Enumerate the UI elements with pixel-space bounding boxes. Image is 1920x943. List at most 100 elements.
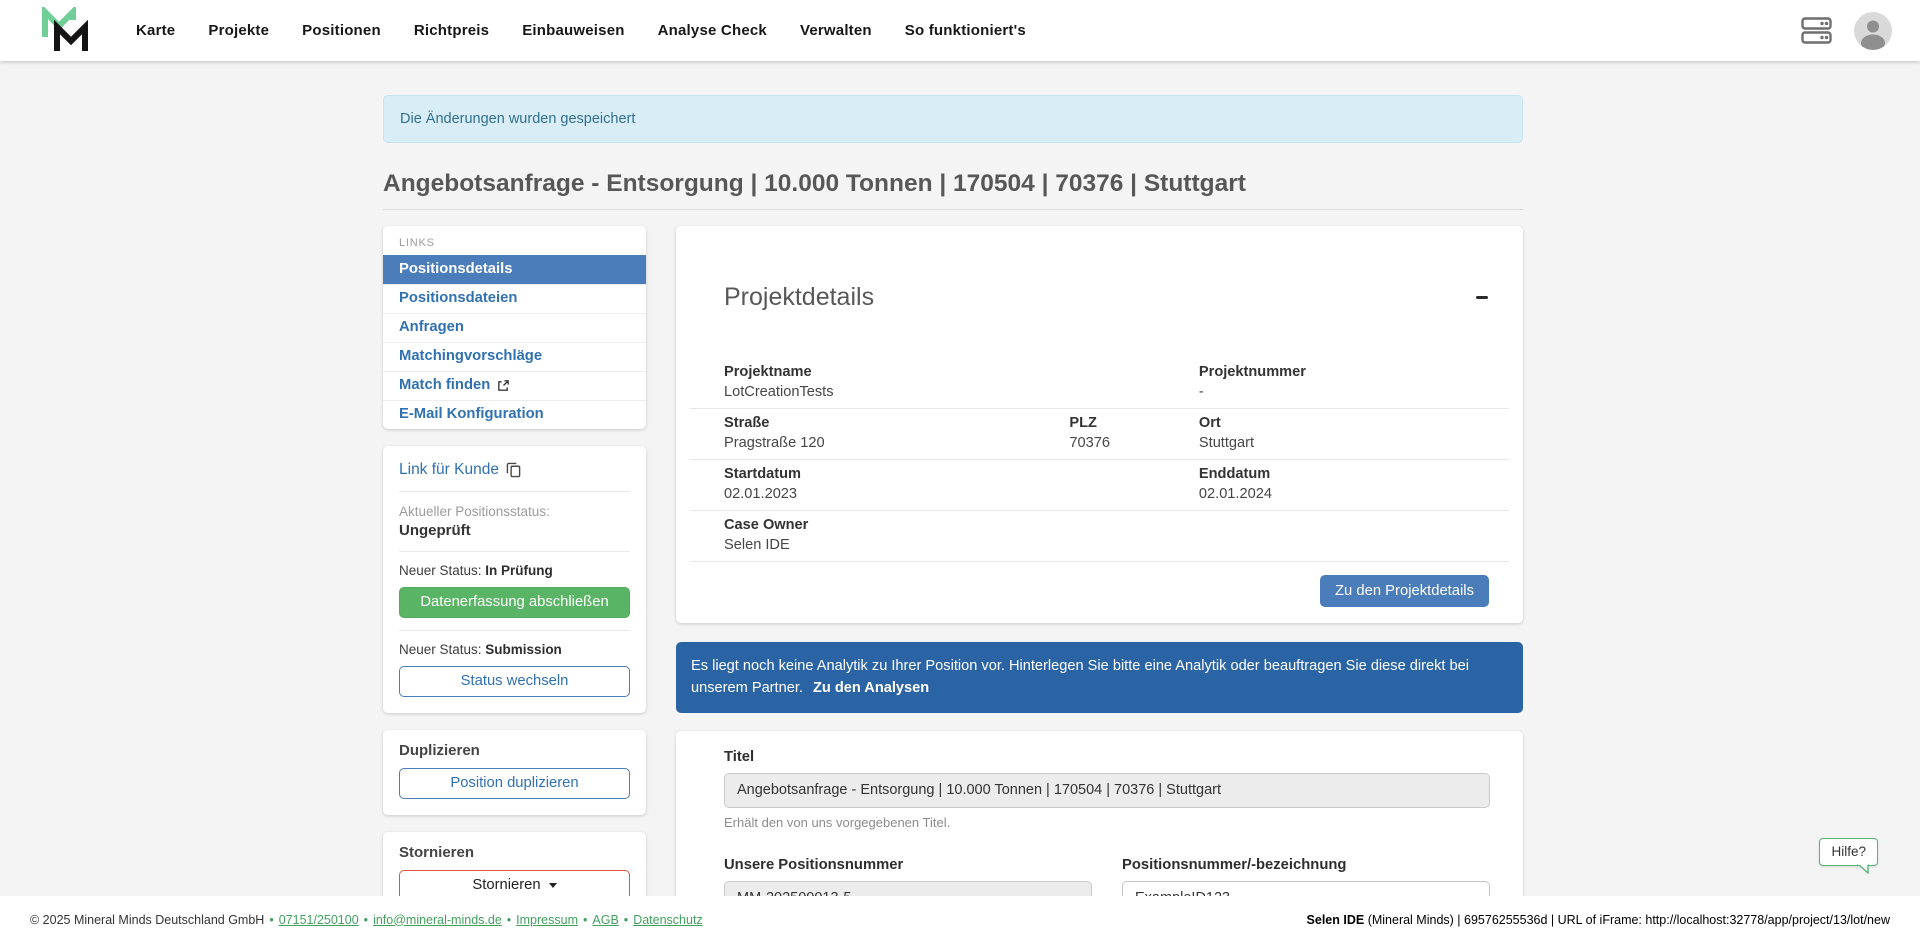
agb-link[interactable]: AGB [592, 913, 618, 927]
nav-item-richtpreis[interactable]: Richtpreis [414, 22, 489, 39]
top-navigation: Karte Projekte Positionen Richtpreis Ein… [0, 0, 1920, 61]
our-position-number-input [724, 881, 1092, 896]
sidebar-item-email-konfiguration[interactable]: E-Mail Konfiguration [383, 400, 646, 429]
new-status-line-2: Neuer Status: Submission [399, 642, 630, 657]
field-value: Pragstraße 120 [724, 435, 1069, 451]
go-to-analyses-link[interactable]: Zu den Analysen [813, 680, 929, 696]
footer-left: © 2025 Mineral Minds Deutschland GmbH • 07… [30, 913, 703, 927]
cancel-button-label: Stornieren [472, 877, 540, 893]
new-status-value: In Prüfung [485, 563, 553, 578]
customer-link[interactable]: Link für Kunde [399, 461, 521, 479]
field-value: 02.01.2023 [724, 486, 1199, 502]
go-to-project-details-button[interactable]: Zu den Projektdetails [1320, 575, 1489, 607]
switch-status-button[interactable]: Status wechseln [399, 666, 630, 697]
caret-down-icon [549, 883, 557, 888]
nav-item-einbauweisen[interactable]: Einbauweisen [522, 22, 624, 39]
finish-data-entry-button[interactable]: Datenerfassung abschließen [399, 587, 630, 618]
position-form-card: Titel Erhält den von uns vorgegebenen Ti… [676, 731, 1523, 896]
impressum-link[interactable]: Impressum [516, 913, 578, 927]
help-button[interactable]: Hilfe? [1819, 838, 1878, 866]
separator-dot: • [364, 913, 368, 927]
current-status-label: Aktueller Positionsstatus: [399, 504, 630, 519]
custom-position-number-label: Positionsnummer/-bezeichnung [1122, 857, 1346, 873]
field-value: Stuttgart [1199, 435, 1509, 451]
separator-dot: • [624, 913, 628, 927]
cancel-heading: Stornieren [399, 844, 630, 861]
nav-item-verwalten[interactable]: Verwalten [800, 22, 872, 39]
field-label: Ort [1199, 415, 1509, 431]
current-status-value: Ungeprüft [399, 522, 630, 539]
mineral-minds-logo[interactable] [40, 7, 92, 55]
title-divider [383, 209, 1523, 210]
duplicate-heading: Duplizieren [399, 742, 630, 759]
server-stack-icon [1801, 17, 1832, 44]
project-row: Case Owner Selen IDE [690, 511, 1509, 562]
field-value: LotCreationTests [724, 384, 1199, 400]
success-alert: Die Änderungen wurden gespeichert [383, 95, 1523, 143]
titel-input [724, 773, 1490, 808]
sidebar: LINKS Positionsdetails Positionsdateien … [383, 226, 646, 896]
copy-icon [506, 462, 521, 478]
nav-item-positionen[interactable]: Positionen [302, 22, 381, 39]
cancel-dropdown-button[interactable]: Stornieren [399, 870, 630, 896]
nav-item-projekte[interactable]: Projekte [208, 22, 269, 39]
field-value: Selen IDE [724, 537, 1509, 553]
sidebar-item-positionsdateien[interactable]: Positionsdateien [383, 284, 646, 313]
separator-dot: • [583, 913, 587, 927]
phone-link[interactable]: 07151/250100 [279, 913, 359, 927]
main-content: Projektdetails Projektname LotCreationTe… [676, 226, 1523, 896]
help-bubble-tail [1857, 864, 1869, 874]
customer-link-label: Link für Kunde [399, 461, 499, 479]
separator-dot: • [507, 913, 511, 927]
sidebar-item-label: E-Mail Konfiguration [399, 406, 544, 422]
page-scroll-area: Die Änderungen wurden gespeichert Angebo… [0, 61, 1920, 896]
project-row: Startdatum 02.01.2023 Enddatum 02.01.202… [690, 460, 1509, 511]
nav-item-so-funktionierts[interactable]: So funktioniert's [905, 22, 1026, 39]
copyright-text: © 2025 Mineral Minds Deutschland GmbH [30, 913, 264, 927]
new-status-label: Neuer Status: [399, 642, 485, 657]
project-details-heading: Projektdetails [724, 283, 874, 312]
duplicate-card: Duplizieren Position duplizieren [383, 730, 646, 815]
session-details: (Mineral Minds) | 69576255536d | URL of … [1364, 913, 1890, 927]
cancel-card: Stornieren Stornieren [383, 832, 646, 896]
titel-helper: Erhält den von uns vorgegebenen Titel. [724, 815, 1490, 830]
sidebar-item-label: Match finden [399, 377, 490, 393]
email-link[interactable]: info@mineral-minds.de [373, 913, 502, 927]
field-label: Enddatum [1199, 466, 1509, 482]
field-value: 02.01.2024 [1199, 486, 1509, 502]
custom-position-number-input[interactable] [1122, 881, 1490, 896]
user-avatar-icon [1854, 12, 1892, 50]
page-title: Angebotsanfrage - Entsorgung | 10.000 To… [383, 170, 1523, 198]
sidebar-item-anfragen[interactable]: Anfragen [383, 313, 646, 342]
user-avatar-button[interactable] [1854, 12, 1892, 50]
footer: © 2025 Mineral Minds Deutschland GmbH • 07… [0, 896, 1920, 943]
sidebar-item-label: Matchingvorschläge [399, 348, 542, 364]
datenschutz-link[interactable]: Datenschutz [633, 913, 702, 927]
divider [399, 551, 630, 552]
new-status-label: Neuer Status: [399, 563, 485, 578]
status-card: Link für Kunde Aktueller Positionsstatus… [383, 446, 646, 713]
sidebar-item-positionsdetails[interactable]: Positionsdetails [383, 255, 646, 284]
help-button-label: Hilfe? [1831, 844, 1866, 859]
links-header: LINKS [383, 232, 646, 255]
titel-label: Titel [724, 749, 754, 765]
main-menu: Karte Projekte Positionen Richtpreis Ein… [136, 22, 1026, 39]
nav-item-analyse-check[interactable]: Analyse Check [658, 22, 767, 39]
collapse-section-icon[interactable] [1476, 296, 1488, 299]
session-user: Selen IDE [1307, 913, 1365, 927]
sidebar-item-label: Positionsdetails [399, 261, 512, 277]
duplicate-position-button[interactable]: Position duplizieren [399, 768, 630, 799]
new-status-value: Submission [485, 642, 562, 657]
sidebar-item-match-finden[interactable]: Match finden [383, 371, 646, 400]
sidebar-item-matchingvorschlaege[interactable]: Matchingvorschläge [383, 342, 646, 371]
field-label: Case Owner [724, 517, 1509, 533]
sidebar-item-label: Positionsdateien [399, 290, 517, 306]
sidebar-item-label: Anfragen [399, 319, 464, 335]
nav-item-karte[interactable]: Karte [136, 22, 175, 39]
external-link-icon [497, 379, 510, 392]
server-stack-button[interactable] [1801, 17, 1832, 44]
divider [399, 630, 630, 631]
project-row: Projektname LotCreationTests Projektnumm… [690, 358, 1509, 409]
field-value: - [1199, 384, 1509, 400]
field-label: PLZ [1069, 415, 1199, 431]
